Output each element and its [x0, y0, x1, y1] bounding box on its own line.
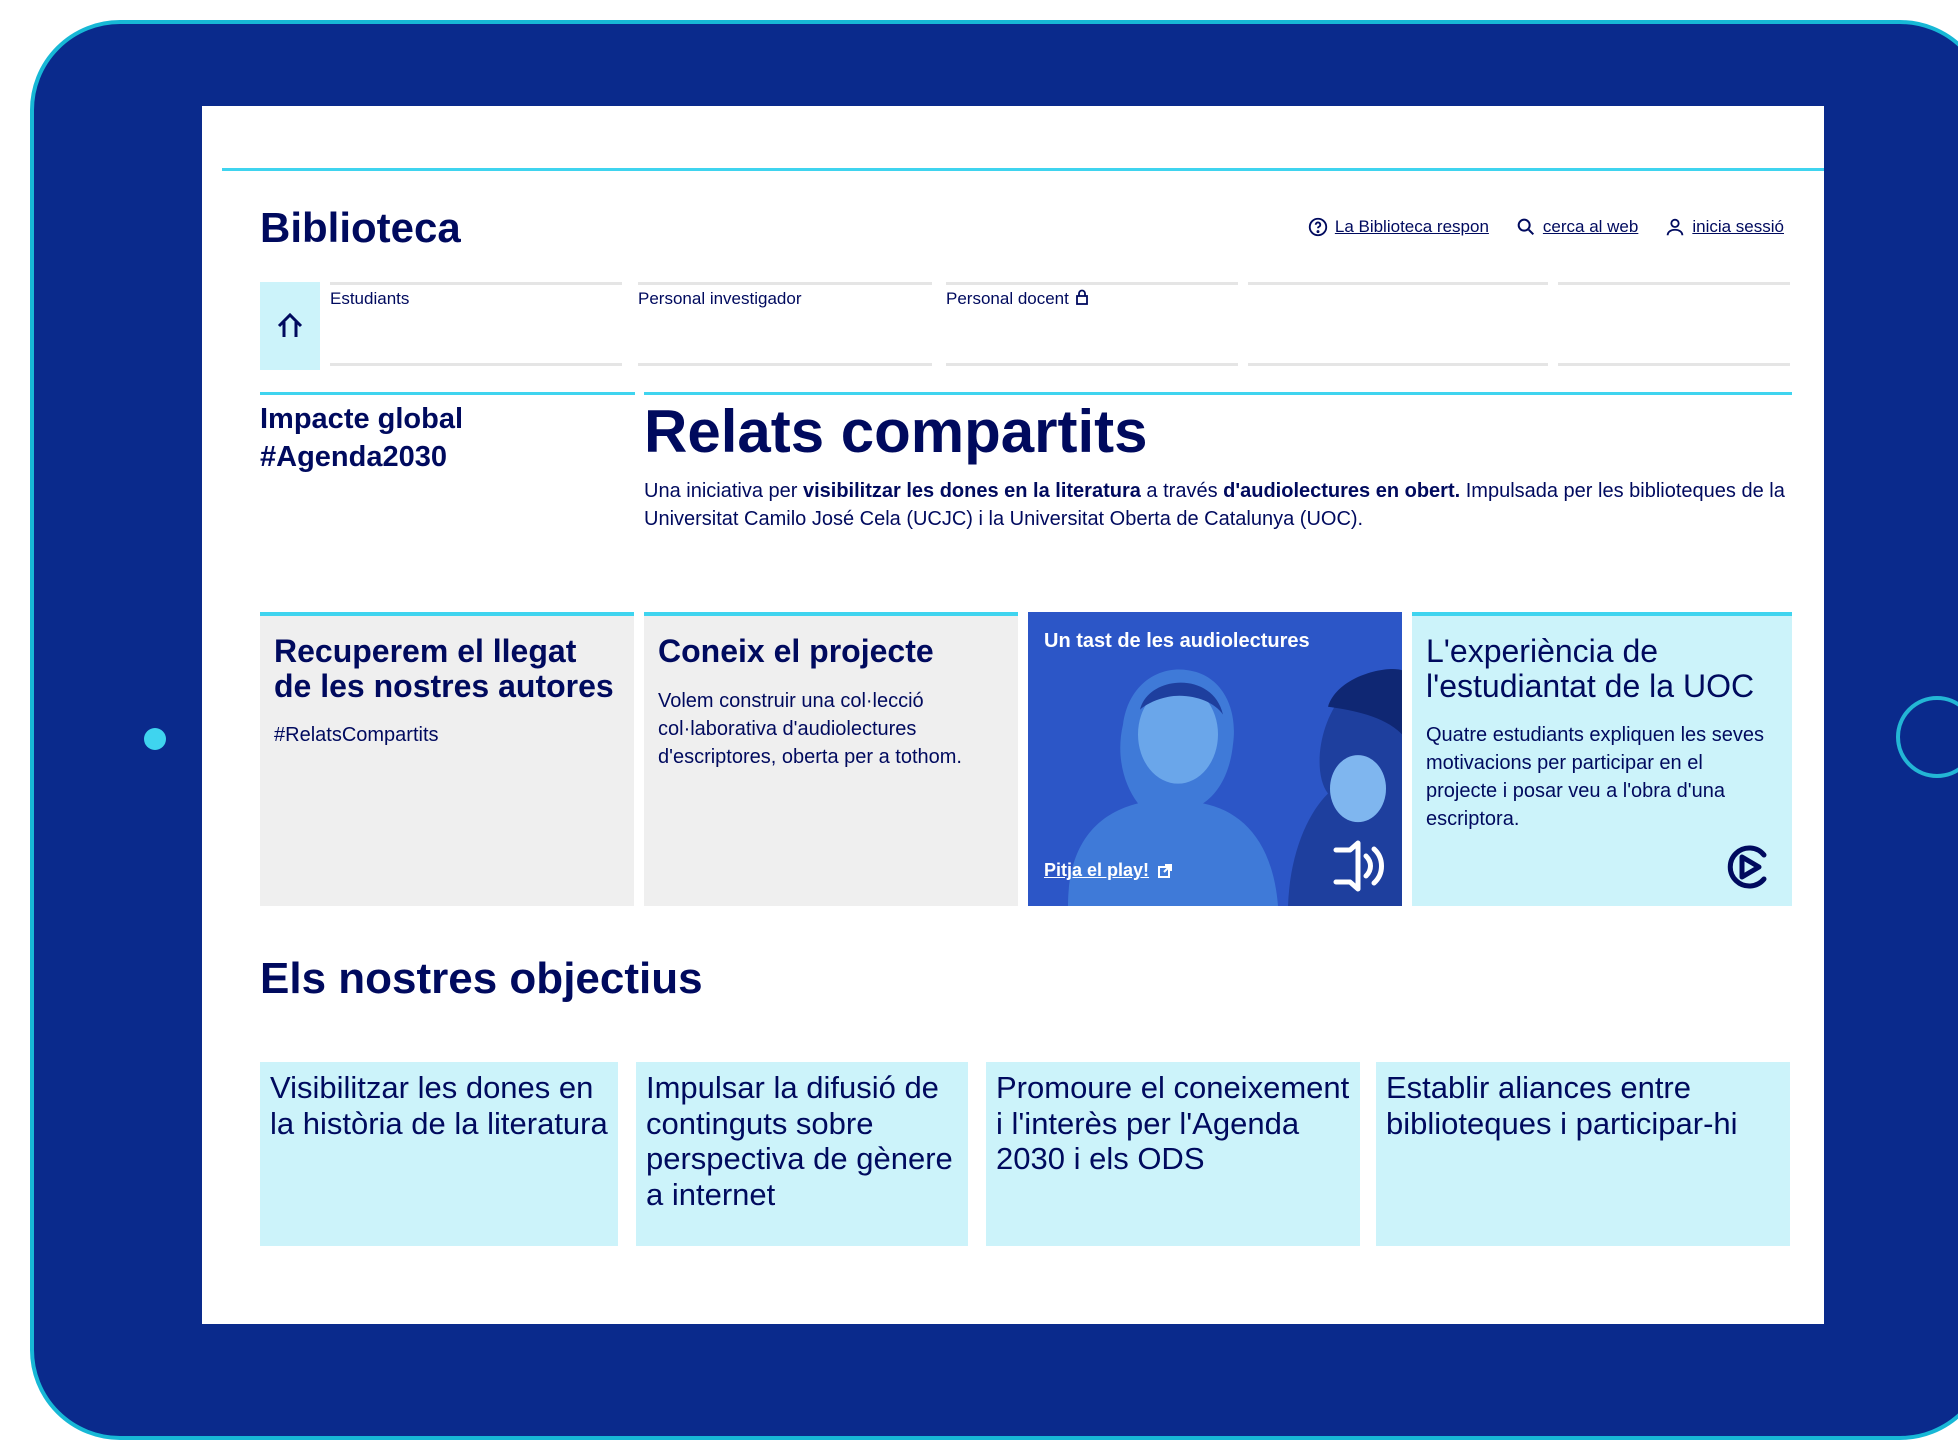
help-link-label: La Biblioteca respon [1334, 217, 1489, 236]
card-title: Recuperem el llegat de les nostres autor… [274, 633, 614, 704]
screen: Biblioteca La Biblioteca respon cerca al… [202, 106, 1824, 1324]
main-header: Relats compartits Una iniciativa per vis… [644, 392, 1792, 533]
card-text: Volem construir una col·lecció col·labor… [658, 689, 962, 768]
camera-dot [144, 728, 166, 750]
brand-title[interactable]: Biblioteca [260, 204, 461, 252]
help-link[interactable]: La Biblioteca respon [1307, 216, 1489, 238]
search-link-label: cerca al web [1542, 217, 1639, 236]
utility-links: La Biblioteca respon cerca al web inicia… [1307, 216, 1784, 238]
desc-text-1: Una iniciativa per [644, 480, 803, 502]
card-title: Un tast de les audiolectures [1044, 630, 1310, 652]
user-icon [1667, 218, 1684, 236]
desc-text-2: a través [1140, 480, 1224, 502]
card-student-experience[interactable]: L'experiència de l'estudiantat de la UOC… [1412, 612, 1792, 906]
tab-label: Personal docent [946, 289, 1069, 308]
tablet-home-button [1896, 696, 1958, 778]
card-text: Quatre estudiants expliquen les seves mo… [1426, 724, 1764, 831]
tab-empty-2[interactable] [1558, 282, 1790, 366]
tab-label: Personal investigador [638, 289, 802, 308]
objective-item[interactable]: Establir aliances entre biblioteques i p… [1376, 1062, 1790, 1246]
login-link-label: inicia sessió [1692, 217, 1784, 236]
sidebar-title[interactable]: Impacte global #Agenda2030 [260, 392, 635, 476]
login-link[interactable]: inicia sessió [1664, 216, 1784, 238]
card-hashtag: #RelatsCompartits [274, 724, 439, 747]
home-button[interactable] [260, 282, 320, 370]
page-title: Relats compartits [644, 398, 1148, 465]
objective-item[interactable]: Impulsar la difusió de continguts sobre … [636, 1062, 968, 1246]
help-circle-icon [1308, 217, 1328, 237]
lock-icon [1075, 289, 1089, 310]
page-description: Una iniciativa per visibilitzar les done… [644, 477, 1792, 533]
objective-item[interactable]: Visibilitzar les dones en la història de… [260, 1062, 618, 1246]
search-link[interactable]: cerca al web [1515, 216, 1638, 238]
speaker-icon[interactable] [1330, 840, 1386, 892]
play-icon[interactable] [1724, 842, 1774, 892]
search-icon [1517, 218, 1534, 236]
card-title: Coneix el projecte [658, 633, 934, 669]
objectives-title: Els nostres objectius [260, 954, 703, 1003]
objective-item[interactable]: Promoure el coneixement i l'interès per … [986, 1062, 1360, 1246]
card-project[interactable]: Coneix el projecte Volem construir una c… [644, 612, 1018, 906]
card-title: L'experiència de l'estudiantat de la UOC [1426, 633, 1755, 704]
tab-label: Estudiants [330, 289, 410, 308]
tab-empty-1[interactable] [1248, 282, 1548, 366]
home-icon [277, 312, 303, 337]
card-audio-sample[interactable]: Un tast de les audiolectures Pitja el pl… [1028, 612, 1402, 906]
external-link-icon [1158, 863, 1173, 878]
desc-bold-1: visibilitzar les dones en la literatura [802, 480, 1141, 502]
tab-estudiants[interactable]: Estudiants [330, 282, 622, 366]
card-legacy[interactable]: Recuperem el llegat de les nostres autor… [260, 612, 634, 906]
top-divider [222, 168, 1824, 171]
tab-personal-docent[interactable]: Personal docent [946, 282, 1238, 366]
tab-personal-investigador[interactable]: Personal investigador [638, 282, 932, 366]
desc-bold-2: d'audiolectures en obert. [1223, 480, 1461, 502]
play-link-label: Pitja el play! [1044, 860, 1150, 880]
play-link[interactable]: Pitja el play! [1044, 860, 1173, 881]
